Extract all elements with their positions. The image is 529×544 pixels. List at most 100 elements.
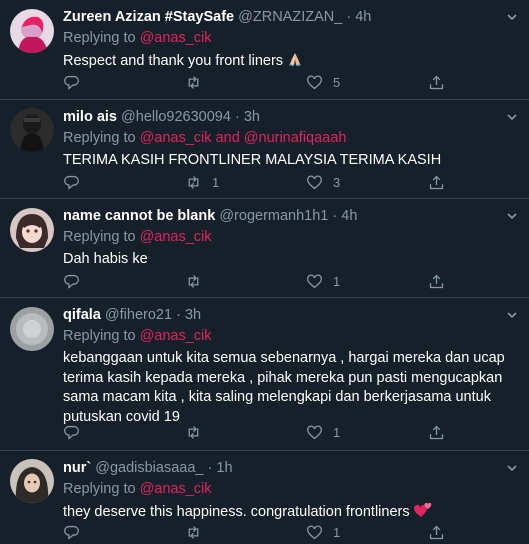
timestamp[interactable]: 1h	[216, 460, 232, 476]
mention-link[interactable]: @anas_cik	[140, 481, 212, 497]
avatar-anime-icon	[10, 208, 54, 252]
share-button[interactable]	[428, 422, 445, 442]
like-button[interactable]: 1	[306, 422, 340, 442]
chevron-down-icon[interactable]	[505, 110, 521, 126]
like-button[interactable]: 1	[306, 271, 340, 291]
user-handle[interactable]: @rogermanh1h1	[219, 208, 328, 224]
tweet[interactable]: name cannot be blank @rogermanh1h1 · 4h …	[0, 199, 529, 298]
tweet[interactable]: qifala @fihero21 · 3h Replying to @anas_…	[0, 298, 529, 451]
tweet-actions: 1 3	[63, 172, 459, 192]
comment-icon	[64, 425, 79, 440]
retweet-button[interactable]	[185, 522, 212, 542]
retweet-button[interactable]	[185, 422, 212, 442]
avatar[interactable]	[10, 108, 54, 152]
mention-link[interactable]: @anas_cik	[140, 229, 212, 245]
share-icon	[429, 75, 444, 89]
tweet-header: milo ais @hello92630094 · 3h	[63, 108, 517, 127]
user-handle[interactable]: @gadisbiasaaa_	[95, 460, 203, 476]
user-handle[interactable]: @fihero21	[105, 307, 172, 323]
tweet-header: Zureen Azizan #StaySafe @ZRNAZIZAN_ · 4h	[63, 8, 517, 27]
replying-to-label: Replying to	[63, 328, 140, 344]
share-icon	[429, 274, 444, 288]
replying-to: Replying to @anas_cik	[63, 228, 517, 247]
chevron-down-icon[interactable]	[505, 461, 521, 477]
timestamp[interactable]: 3h	[185, 307, 201, 323]
timestamp[interactable]: 3h	[244, 109, 260, 125]
retweet-icon	[188, 274, 199, 288]
reply-feed: Zureen Azizan #StaySafe @ZRNAZIZAN_ · 4h…	[0, 0, 529, 544]
separator-dot: ·	[332, 208, 338, 224]
mention-link[interactable]: @anas_cik	[140, 328, 212, 344]
share-button[interactable]	[428, 172, 445, 192]
chevron-down-icon[interactable]	[505, 308, 521, 324]
tweet-text: kebanggaan untuk kita semua sebenarnya ,…	[63, 349, 517, 427]
avatar[interactable]	[10, 307, 54, 351]
tweet-actions: 1	[63, 422, 459, 442]
share-icon	[429, 175, 444, 189]
share-button[interactable]	[428, 271, 445, 291]
replying-to: Replying to @anas_cik	[63, 29, 517, 48]
display-name[interactable]: milo ais	[63, 109, 117, 125]
replying-to-label: Replying to	[63, 229, 140, 245]
reply-button[interactable]	[63, 522, 90, 542]
mention-link[interactable]: @nurinafiqaaah	[244, 130, 347, 146]
share-button[interactable]	[428, 72, 445, 92]
display-name[interactable]: Zureen Azizan #StaySafe	[63, 9, 234, 25]
retweet-button[interactable]	[185, 271, 212, 291]
mention-link[interactable]: @anas_cik	[140, 130, 212, 146]
like-count: 3	[333, 174, 341, 190]
avatar[interactable]	[10, 208, 54, 252]
user-handle[interactable]: @ZRNAZIZAN_	[238, 9, 342, 25]
reply-button[interactable]	[63, 172, 90, 192]
display-name[interactable]: name cannot be blank	[63, 208, 215, 224]
like-count: 1	[333, 524, 341, 540]
timestamp[interactable]: 4h	[355, 9, 371, 25]
reply-button[interactable]	[63, 271, 90, 291]
share-button[interactable]	[428, 522, 445, 542]
like-count: 1	[333, 273, 341, 289]
chevron-down-icon[interactable]	[505, 209, 521, 225]
tweet-text: they deserve this happiness. congratulat…	[63, 502, 517, 523]
separator-dot: ·	[346, 9, 352, 25]
heart-icon	[307, 174, 322, 189]
tweet-text: Respect and thank you front liners	[63, 51, 517, 72]
display-name[interactable]: qifala	[63, 307, 101, 323]
tweet[interactable]: milo ais @hello92630094 · 3h Replying to…	[0, 100, 529, 199]
avatar-pink-icon	[10, 9, 54, 53]
chevron-down-icon[interactable]	[505, 10, 521, 26]
timestamp[interactable]: 4h	[341, 208, 357, 224]
tweet-text-line: sama macam kita , kita saling melengkapi…	[63, 389, 491, 405]
reply-button[interactable]	[63, 422, 90, 442]
reply-button[interactable]	[63, 72, 90, 92]
heart-icon	[307, 524, 322, 539]
mention-link[interactable]: @anas_cik	[140, 30, 212, 46]
replying-to: Replying to @anas_cik	[63, 327, 517, 346]
mention-joiner: and	[211, 130, 244, 146]
like-button[interactable]: 1	[306, 522, 340, 542]
comment-icon	[64, 274, 79, 289]
tweet[interactable]: Zureen Azizan #StaySafe @ZRNAZIZAN_ · 4h…	[0, 0, 529, 100]
retweet-button[interactable]: 1	[185, 172, 219, 192]
like-button[interactable]: 3	[306, 172, 340, 192]
tweet-text-body: they deserve this happiness. congratulat…	[63, 504, 410, 520]
folded-hands-emoji-icon	[289, 53, 302, 66]
like-button[interactable]: 5	[306, 72, 340, 92]
separator-dot: ·	[207, 460, 213, 476]
avatar[interactable]	[10, 9, 54, 53]
separator-dot: ·	[234, 109, 240, 125]
replying-to: Replying to @anas_cik	[63, 480, 517, 499]
replying-to: Replying to @anas_cik and @nurinafiqaaah	[63, 129, 517, 148]
heart-icon	[307, 273, 322, 288]
tweet[interactable]: nur` @gadisbiasaaa_ · 1h Replying to @an…	[0, 451, 529, 544]
retweet-icon	[188, 425, 199, 439]
avatar[interactable]	[10, 459, 54, 503]
like-count: 1	[333, 424, 341, 440]
user-handle[interactable]: @hello92630094	[121, 109, 231, 125]
comment-icon	[64, 75, 79, 90]
replying-to-label: Replying to	[63, 130, 140, 146]
retweet-button[interactable]	[185, 72, 212, 92]
display-name[interactable]: nur`	[63, 460, 91, 476]
tweet-text: Dah habis ke	[63, 251, 148, 267]
comment-icon	[64, 525, 79, 540]
heart-icon	[307, 74, 322, 89]
